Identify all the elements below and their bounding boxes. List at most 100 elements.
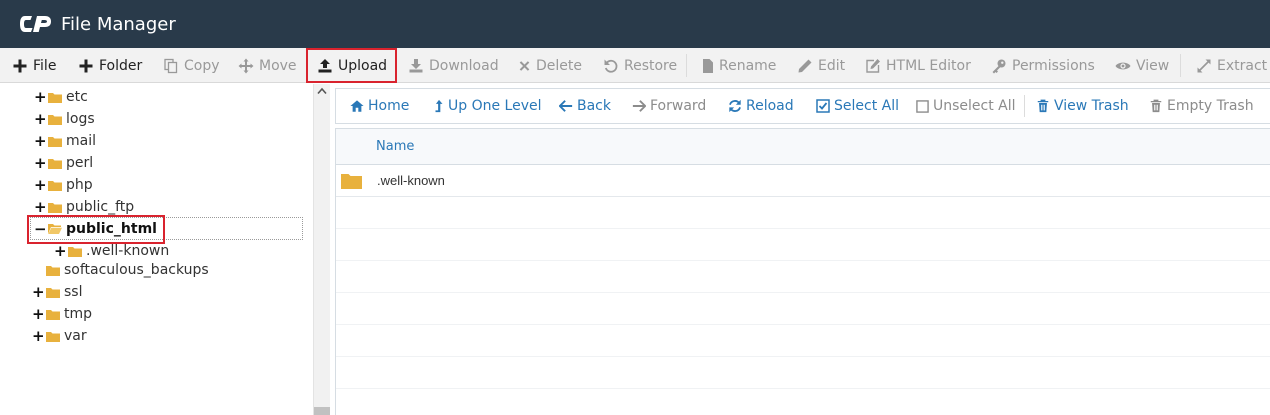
pencil-icon: [798, 59, 812, 72]
extract-label: Extract: [1217, 57, 1268, 74]
folder-icon: [46, 287, 60, 298]
table-row[interactable]: .well-known: [336, 165, 1270, 197]
rename-button[interactable]: Rename: [702, 48, 776, 83]
new-file-label: File: [33, 57, 57, 74]
copy-button[interactable]: Copy: [163, 48, 220, 83]
cpanel-logo-icon: [20, 16, 51, 32]
unselect-all-button[interactable]: Unselect All: [916, 89, 1016, 123]
arrow-left-icon: [559, 100, 573, 112]
trash-icon: [1037, 99, 1049, 113]
html-editor-button[interactable]: HTML Editor: [865, 48, 971, 83]
back-button[interactable]: Back: [559, 89, 611, 123]
tree-item-label: var: [64, 328, 87, 344]
folder-icon: [46, 331, 60, 342]
permissions-label: Permissions: [1012, 57, 1095, 74]
home-label: Home: [368, 98, 410, 114]
edit-button[interactable]: Edit: [797, 48, 845, 83]
forward-button[interactable]: Forward: [632, 89, 706, 123]
expand-plus-icon[interactable]: +: [34, 154, 47, 172]
unselect-all-label: Unselect All: [933, 98, 1016, 114]
copy-label: Copy: [184, 57, 220, 74]
file-list: Name .well-known: [335, 128, 1270, 415]
expand-plus-icon[interactable]: +: [54, 242, 67, 260]
view-trash-button[interactable]: View Trash: [1036, 89, 1129, 123]
tree-item-label: .well-known: [86, 243, 170, 259]
tree-scrollbar[interactable]: [313, 84, 330, 415]
folder-icon: [48, 158, 62, 169]
expand-plus-icon[interactable]: +: [32, 327, 45, 345]
expand-plus-icon[interactable]: +: [34, 132, 47, 150]
up-one-level-label: Up One Level: [448, 98, 542, 114]
folder-icon: [48, 136, 62, 147]
expand-plus-icon[interactable]: +: [34, 110, 47, 128]
expand-plus-icon[interactable]: +: [34, 88, 47, 106]
expand-plus-icon[interactable]: +: [32, 283, 45, 301]
expand-plus-icon[interactable]: +: [34, 198, 47, 216]
new-folder-button[interactable]: Folder: [78, 48, 142, 83]
tree-item-perl[interactable]: + perl: [34, 152, 93, 174]
back-label: Back: [577, 98, 611, 114]
restore-label: Restore: [624, 57, 678, 74]
tree-item-ssl[interactable]: + ssl: [32, 281, 82, 303]
view-label: View: [1136, 57, 1170, 74]
move-label: Move: [259, 57, 297, 74]
plus-icon: [79, 59, 93, 72]
tree-item-label: php: [66, 177, 93, 193]
reload-label: Reload: [746, 98, 794, 114]
tree-item-label: mail: [66, 133, 96, 149]
tree-item-label: ssl: [64, 284, 83, 300]
expand-plus-icon[interactable]: +: [34, 176, 47, 194]
expand-plus-icon[interactable]: +: [32, 305, 45, 323]
folder-icon: [48, 202, 62, 213]
download-label: Download: [429, 57, 499, 74]
extract-button[interactable]: Extract: [1196, 48, 1267, 83]
folder-icon: [68, 246, 82, 257]
reload-button[interactable]: Reload: [728, 89, 794, 123]
tree-item-php[interactable]: + php: [34, 174, 93, 196]
restore-button[interactable]: Restore: [603, 48, 677, 83]
home-button[interactable]: Home: [350, 89, 409, 123]
expand-arrows-icon: [1197, 59, 1211, 72]
select-all-label: Select All: [834, 98, 899, 114]
copy-icon: [164, 58, 178, 73]
tree-item-etc[interactable]: + etc: [34, 86, 88, 108]
toolbar-divider: [686, 54, 687, 77]
file-name: .well-known: [377, 173, 445, 188]
delete-button[interactable]: Delete: [518, 48, 582, 83]
directory-tree: + etc + logs + mail + perl + php + publi…: [0, 84, 313, 415]
empty-row: [336, 325, 1270, 357]
folder-icon: [46, 309, 60, 320]
level-up-icon: [435, 99, 443, 113]
tree-item-softaculous-backups[interactable]: softaculous_backups: [44, 259, 209, 281]
arrow-right-icon: [632, 100, 646, 112]
empty-row: [336, 357, 1270, 389]
scrollbar-thumb[interactable]: [314, 407, 330, 415]
select-all-button[interactable]: Select All: [816, 89, 899, 123]
file-icon: [703, 58, 713, 73]
new-file-button[interactable]: File: [12, 48, 56, 83]
download-icon: [409, 58, 423, 72]
tree-item-label: logs: [66, 111, 95, 127]
chevron-up-icon[interactable]: [317, 87, 327, 95]
up-one-level-button[interactable]: Up One Level: [434, 89, 542, 123]
toolbar: File Folder Copy Move Upload Download De…: [0, 48, 1270, 83]
tree-item-var[interactable]: + var: [32, 325, 87, 347]
tree-item-mail[interactable]: + mail: [34, 130, 96, 152]
tree-item-label: softaculous_backups: [64, 262, 209, 278]
column-header-name[interactable]: Name: [376, 139, 414, 154]
plus-icon: [13, 59, 27, 72]
file-list-panel: Home Up One Level Back Forward Reload Se…: [335, 88, 1270, 415]
empty-trash-button[interactable]: Empty Trash: [1149, 89, 1254, 123]
rename-label: Rename: [719, 57, 777, 74]
forward-label: Forward: [650, 98, 707, 114]
tree-item-tmp[interactable]: + tmp: [32, 303, 92, 325]
tree-item-logs[interactable]: + logs: [34, 108, 95, 130]
view-button[interactable]: View: [1115, 48, 1169, 83]
app-title: File Manager: [61, 14, 176, 35]
download-button[interactable]: Download: [408, 48, 499, 83]
tree-item-label: perl: [66, 155, 94, 171]
permissions-button[interactable]: Permissions: [991, 48, 1095, 83]
move-arrows-icon: [238, 58, 254, 73]
move-button[interactable]: Move: [238, 48, 297, 83]
trash-icon: [1150, 99, 1162, 113]
